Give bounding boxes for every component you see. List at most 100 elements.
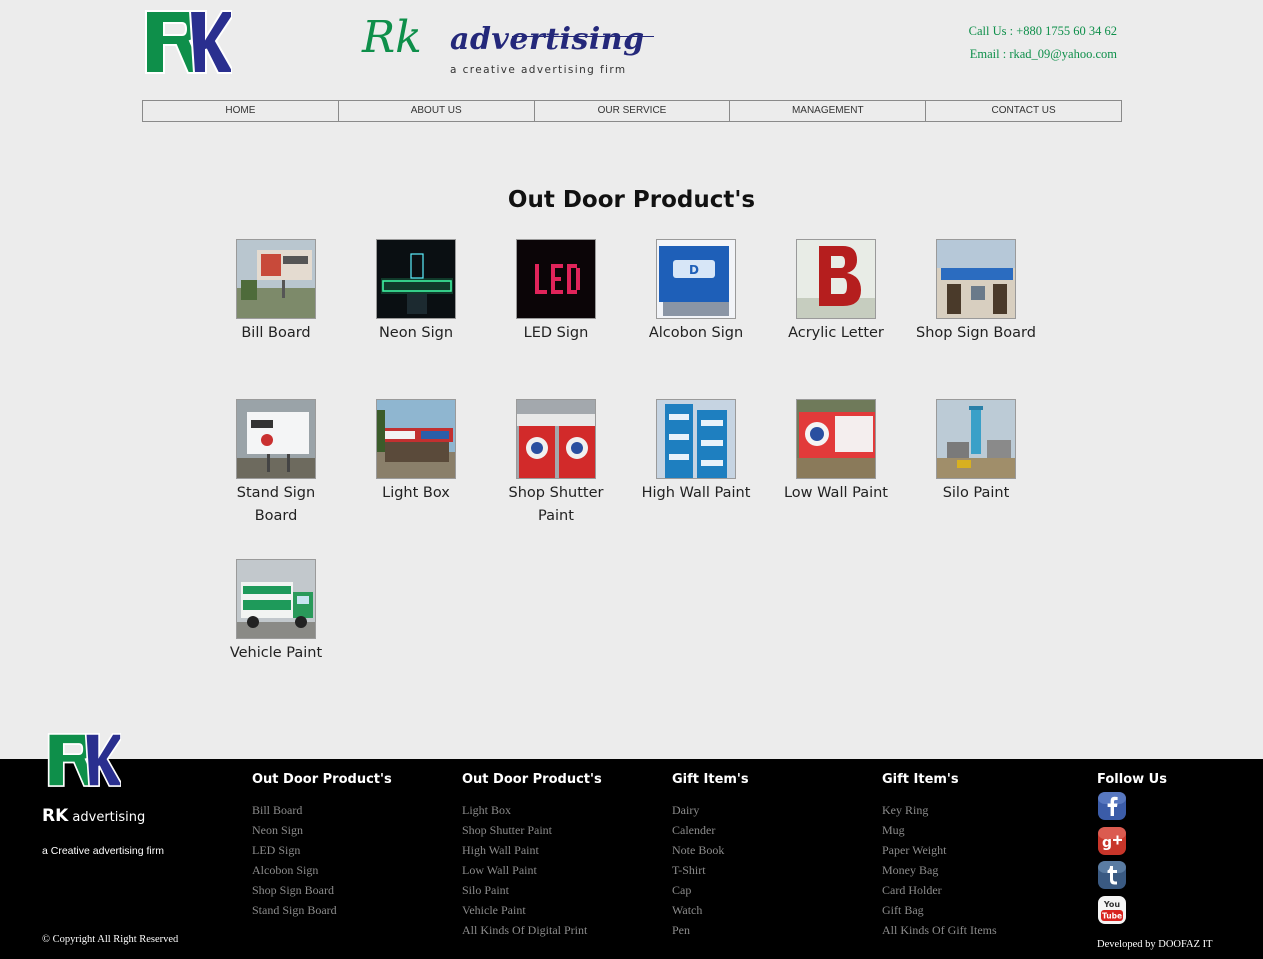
footer-link[interactable]: LED Sign [252, 840, 392, 860]
product-silo-paint[interactable]: Silo Paint [916, 399, 1036, 505]
product-alcobon-sign[interactable]: D Alcobon Sign [636, 239, 756, 345]
light-box-image[interactable] [376, 399, 456, 479]
footer-column-title: Gift Item's [672, 772, 749, 787]
svg-text:D: D [689, 263, 699, 277]
nav-home[interactable]: HOME [143, 101, 339, 121]
footer-link[interactable]: Mug [882, 820, 997, 840]
product-low-wall-paint[interactable]: Low Wall Paint [776, 399, 896, 505]
product-shop-sign-board[interactable]: Shop Sign Board [916, 239, 1036, 345]
footer-link[interactable]: Money Bag [882, 860, 997, 880]
footer-link[interactable]: Light Box [462, 800, 602, 820]
nav-management[interactable]: MANAGEMENT [730, 101, 927, 121]
footer-link[interactable]: Paper Weight [882, 840, 997, 860]
footer-column-outdoor-1: Out Door Product's Bill Board Neon Sign … [252, 771, 392, 920]
footer-link[interactable]: Note Book [672, 840, 749, 860]
product-label[interactable]: High Wall Paint [636, 482, 756, 505]
product-label[interactable]: Silo Paint [916, 482, 1036, 505]
footer-link[interactable]: Alcobon Sign [252, 860, 392, 880]
nav-contact-us[interactable]: CONTACT US [926, 101, 1121, 121]
footer-link[interactable]: Shop Shutter Paint [462, 820, 602, 840]
product-light-box[interactable]: Light Box [356, 399, 476, 505]
footer [0, 759, 1263, 959]
youtube-icon[interactable]: You Tube [1097, 895, 1127, 925]
footer-link[interactable]: Gift Bag [882, 900, 997, 920]
bill-board-image[interactable] [236, 239, 316, 319]
silo-paint-image[interactable] [936, 399, 1016, 479]
footer-link[interactable]: Card Holder [882, 880, 997, 900]
shop-sign-board-image[interactable] [936, 239, 1016, 319]
led-sign-image[interactable] [516, 239, 596, 319]
product-label[interactable]: Neon Sign [356, 322, 476, 345]
alcobon-sign-image[interactable]: D [656, 239, 736, 319]
footer-link[interactable]: Cap [672, 880, 749, 900]
vehicle-paint-image[interactable] [236, 559, 316, 639]
product-label[interactable]: Shop Sign Board [916, 322, 1036, 345]
product-shop-shutter-paint[interactable]: Shop Shutter Paint [496, 399, 616, 528]
high-wall-paint-image[interactable] [656, 399, 736, 479]
low-wall-paint-image[interactable] [796, 399, 876, 479]
product-label[interactable]: Shop Shutter Paint [496, 482, 616, 528]
facebook-icon[interactable] [1097, 791, 1127, 821]
follow-us: Follow Us g You Tube [1097, 771, 1167, 929]
product-led-sign[interactable]: LED Sign [496, 239, 616, 345]
footer-column-gift-2: Gift Item's Key Ring Mug Paper Weight Mo… [882, 771, 997, 940]
email-text: Email : rkad_09@yahoo.com [969, 47, 1117, 61]
footer-rk-logo[interactable] [47, 730, 122, 790]
google-plus-icon[interactable]: g [1097, 826, 1127, 856]
footer-column-outdoor-2: Out Door Product's Light Box Shop Shutte… [462, 771, 602, 940]
product-label[interactable]: Stand Sign Board [216, 482, 336, 528]
product-label[interactable]: LED Sign [496, 322, 616, 345]
nav-our-service[interactable]: OUR SERVICE [535, 101, 731, 121]
footer-column-gift-1: Gift Item's Dairy Calender Note Book T-S… [672, 771, 749, 940]
footer-link[interactable]: All Kinds Of Gift Items [882, 920, 997, 940]
footer-link[interactable]: Key Ring [882, 800, 997, 820]
footer-link[interactable]: Stand Sign Board [252, 900, 392, 920]
rk-logo[interactable] [144, 9, 233, 75]
footer-link[interactable]: Silo Paint [462, 880, 602, 900]
footer-link[interactable]: Calender [672, 820, 749, 840]
product-neon-sign[interactable]: Neon Sign [356, 239, 476, 345]
footer-link[interactable]: Shop Sign Board [252, 880, 392, 900]
brand-name: advertising [450, 22, 645, 57]
product-label[interactable]: Acrylic Letter [776, 322, 896, 345]
tumblr-icon[interactable] [1097, 860, 1127, 890]
product-high-wall-paint[interactable]: High Wall Paint [636, 399, 756, 505]
nav-about-us[interactable]: ABOUT US [339, 101, 535, 121]
product-label[interactable]: Alcobon Sign [636, 322, 756, 345]
product-label[interactable]: Low Wall Paint [776, 482, 896, 505]
product-label[interactable]: Light Box [356, 482, 476, 505]
copyright: © Copyright All Right Reserved [42, 934, 179, 945]
footer-link[interactable]: Bill Board [252, 800, 392, 820]
footer-link[interactable]: Low Wall Paint [462, 860, 602, 880]
footer-link[interactable]: T-Shirt [672, 860, 749, 880]
product-acrylic-letter[interactable]: Acrylic Letter [776, 239, 896, 345]
footer-link[interactable]: High Wall Paint [462, 840, 602, 860]
contact-info: Call Us : +880 1755 60 34 62 Email : rka… [969, 22, 1117, 68]
footer-brand-bold: RK [42, 806, 69, 826]
neon-sign-image[interactable] [376, 239, 456, 319]
brand-underline [512, 36, 654, 37]
footer-brand: RK advertising [42, 806, 145, 826]
footer-link[interactable]: Pen [672, 920, 749, 940]
brand-rk-mark: Rk [362, 12, 422, 63]
shop-shutter-paint-image[interactable] [516, 399, 596, 479]
brand-tagline: a creative advertising firm [450, 64, 627, 76]
svg-text:g: g [1102, 835, 1112, 851]
developer-credit: Developed by DOOFAZ IT [1097, 939, 1213, 950]
footer-link[interactable]: Neon Sign [252, 820, 392, 840]
product-label[interactable]: Bill Board [216, 322, 336, 345]
product-vehicle-paint[interactable]: Vehicle Paint [216, 559, 336, 665]
brand-wordmark: Rk advertising a creative advertising fi… [362, 12, 662, 82]
page-title: Out Door Product's [507, 187, 756, 213]
footer-tagline: a Creative advertising firm [42, 845, 164, 857]
product-label[interactable]: Vehicle Paint [216, 642, 336, 665]
product-stand-sign-board[interactable]: Stand Sign Board [216, 399, 336, 528]
footer-link[interactable]: Dairy [672, 800, 749, 820]
stand-sign-board-image[interactable] [236, 399, 316, 479]
footer-link[interactable]: All Kinds Of Digital Print [462, 920, 602, 940]
product-bill-board[interactable]: Bill Board [216, 239, 336, 345]
footer-link[interactable]: Watch [672, 900, 749, 920]
footer-column-title: Gift Item's [882, 772, 959, 787]
footer-link[interactable]: Vehicle Paint [462, 900, 602, 920]
acrylic-letter-image[interactable] [796, 239, 876, 319]
